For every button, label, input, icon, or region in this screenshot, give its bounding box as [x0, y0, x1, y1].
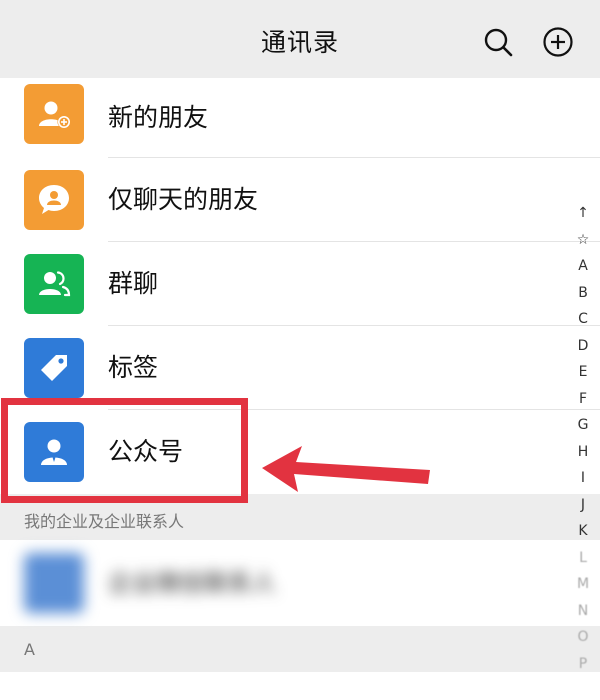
add-friend-icon	[24, 84, 84, 144]
index-letter[interactable]: N	[572, 598, 594, 625]
index-letter[interactable]: K	[572, 518, 594, 545]
enterprise-icon	[24, 553, 84, 613]
tags-label: 标签	[108, 353, 159, 382]
index-letter[interactable]: ☆	[572, 227, 594, 254]
index-letter[interactable]: ↑	[572, 200, 594, 227]
index-letter[interactable]: L	[572, 545, 594, 572]
section-header-letter: A	[24, 640, 35, 659]
index-letter[interactable]: D	[572, 333, 594, 360]
enterprise-contacts-label: 企业微信联系人	[108, 569, 276, 597]
official-accounts-item[interactable]: 公众号	[0, 410, 600, 494]
page-title: 通讯录	[260, 28, 339, 57]
index-letter[interactable]: C	[572, 306, 594, 333]
function-list: 新的朋友 仅聊天的朋友 群聊 标签 公众号	[0, 78, 600, 494]
index-letter[interactable]: E	[572, 359, 594, 386]
enterprise-contacts-item[interactable]: 企业微信联系人	[0, 540, 600, 626]
contacts-screen: 通讯录 新的朋友 仅聊天的朋友 群聊 标签 公众号 我的企业及企业联系人 企业微…	[0, 0, 600, 700]
section-header-enterprise: 我的企业及企业联系人	[24, 512, 185, 531]
group-chat-icon	[24, 254, 84, 314]
index-letter[interactable]: J	[572, 492, 594, 519]
official-accounts-label: 公众号	[108, 437, 184, 466]
group-chats-item[interactable]: 群聊	[0, 242, 600, 326]
index-letter[interactable]: G	[572, 412, 594, 439]
index-letter[interactable]: P	[572, 651, 594, 678]
new-friends-label: 新的朋友	[108, 103, 209, 132]
chat-only-friends-label: 仅聊天的朋友	[108, 185, 259, 214]
blurred-content: 企业微信联系人	[0, 540, 600, 626]
top-bar: 通讯录	[0, 0, 600, 82]
official-account-icon	[24, 422, 84, 482]
group-chats-label: 群聊	[108, 269, 159, 298]
alphabet-index-bar[interactable]: ↑ ☆ A B C D E F G H I J K L M N O P	[572, 200, 594, 677]
contact-row-partial[interactable]	[0, 672, 600, 700]
index-letter[interactable]: F	[572, 386, 594, 413]
add-circle-icon[interactable]	[542, 26, 574, 58]
index-letter[interactable]: I	[572, 465, 594, 492]
index-letter[interactable]: O	[572, 624, 594, 651]
index-letter[interactable]: H	[572, 439, 594, 466]
new-friends-item[interactable]: 新的朋友	[0, 78, 600, 158]
index-letter[interactable]: A	[572, 253, 594, 280]
chat-friend-icon	[24, 170, 84, 230]
index-letter[interactable]: M	[572, 571, 594, 598]
chat-only-friends-item[interactable]: 仅聊天的朋友	[0, 158, 600, 242]
index-letter[interactable]: B	[572, 280, 594, 307]
tag-icon	[24, 338, 84, 398]
search-icon[interactable]	[482, 26, 514, 58]
tags-item[interactable]: 标签	[0, 326, 600, 410]
